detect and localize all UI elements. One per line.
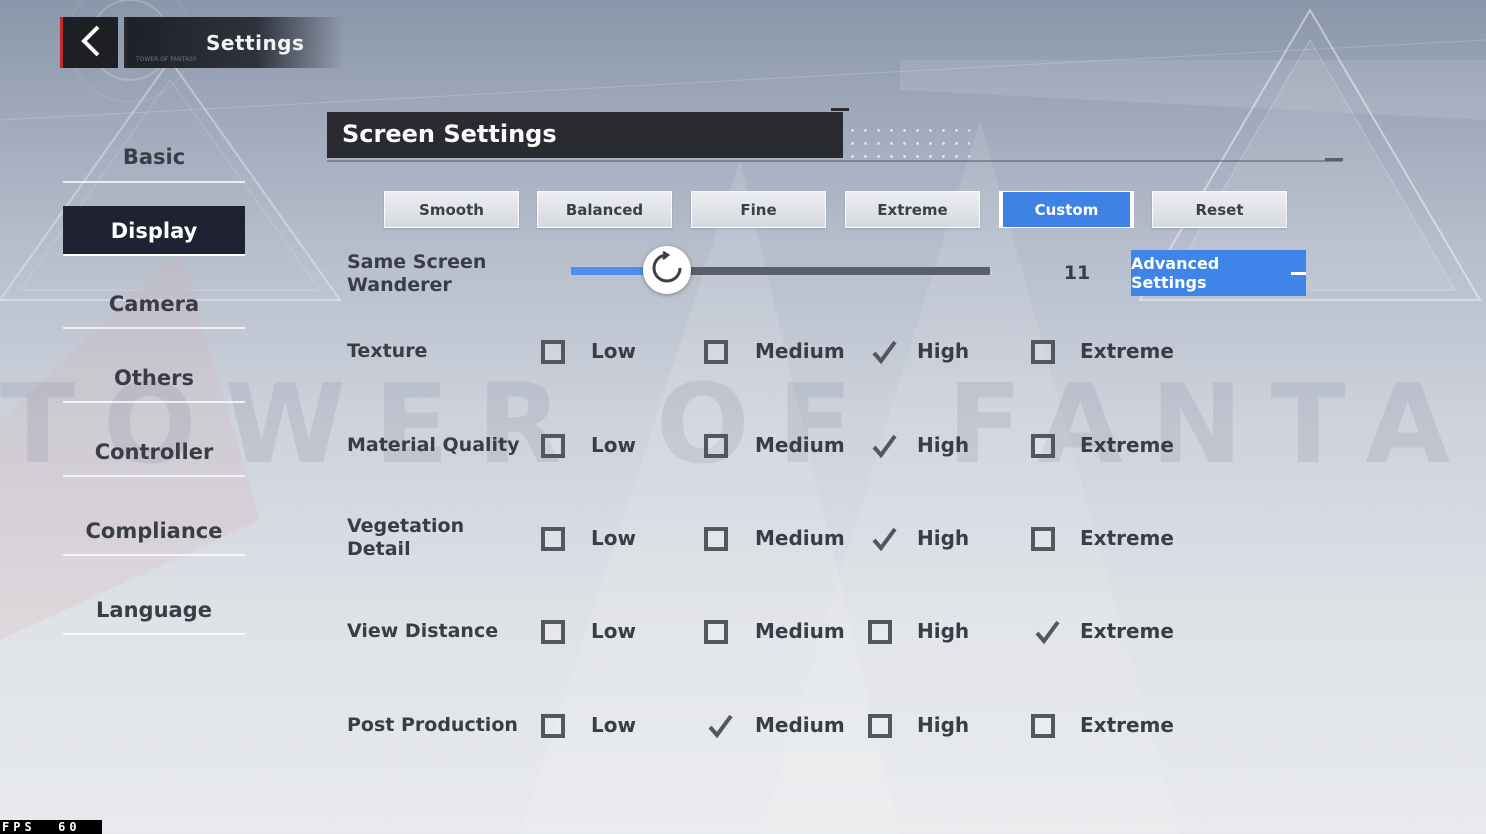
section-divider [327, 160, 1342, 162]
slider-handle[interactable] [643, 246, 691, 294]
checkbox-low[interactable] [541, 340, 565, 364]
option-label-line: Vegetation [347, 515, 465, 537]
option-label-line: Detail [347, 538, 411, 560]
sidebar-item-basic[interactable]: Basic [63, 145, 245, 183]
wanderer-label-line: Same Screen [347, 251, 487, 273]
option-label: Texture [347, 340, 427, 363]
fps-counter: FPS 60 [0, 820, 102, 834]
option-level-label: Extreme [1080, 433, 1174, 457]
sidebar-item-camera[interactable]: Camera [63, 292, 245, 329]
checkbox-low[interactable] [541, 714, 565, 738]
checkbox-low[interactable] [541, 620, 565, 644]
refresh-icon [650, 250, 684, 289]
section-title: Screen Settings [342, 120, 557, 148]
preset-fine-button[interactable]: Fine [691, 191, 826, 228]
checkbox-extreme[interactable] [1031, 620, 1060, 645]
checkbox-high[interactable] [868, 714, 892, 738]
option-level-label: Extreme [1080, 339, 1174, 363]
divider [63, 401, 245, 403]
option-row: Material Quality Low Medium High Extreme [0, 426, 1486, 466]
checkbox-extreme[interactable] [1031, 527, 1055, 551]
page-title: Settings [206, 31, 305, 55]
divider [63, 181, 245, 183]
sidebar-item-display[interactable]: Display [63, 206, 245, 256]
sidebar-item-label: Display [110, 219, 198, 243]
option-label: Post Production [347, 714, 518, 737]
option-label-line: View Distance [347, 620, 499, 642]
checkbox-extreme[interactable] [1031, 340, 1055, 364]
option-level-label: Low [591, 526, 636, 550]
checkbox-high[interactable] [868, 340, 897, 365]
option-level-label: Low [591, 339, 636, 363]
option-level-label: High [917, 526, 970, 550]
option-label: Material Quality [347, 434, 520, 457]
decor-tick [1325, 158, 1343, 161]
option-row: Texture Low Medium High Extreme [0, 332, 1486, 372]
option-level-label: Medium [755, 713, 845, 737]
chevron-left-icon [79, 24, 103, 62]
preset-smooth-button[interactable]: Smooth [384, 191, 519, 228]
option-level-label: Low [591, 433, 636, 457]
option-label-line: Material Quality [347, 434, 520, 456]
checkbox-high[interactable] [868, 527, 897, 552]
checkbox-medium[interactable] [704, 434, 728, 458]
option-level-label: Medium [755, 619, 845, 643]
checkbox-medium[interactable] [704, 340, 728, 364]
checkbox-medium[interactable] [704, 620, 728, 644]
option-row: View Distance Low Medium High Extreme [0, 612, 1486, 652]
option-level-label: Medium [755, 526, 845, 550]
preset-custom-button[interactable]: Custom [999, 191, 1134, 228]
checkbox-extreme[interactable] [1031, 714, 1055, 738]
header-subtitle: TOWER OF FANTASY [136, 56, 197, 63]
checkbox-high[interactable] [868, 620, 892, 644]
option-row: Vegetation Detail Low Medium High Extreme [0, 515, 1486, 560]
option-label-line: Texture [347, 340, 428, 362]
checkbox-high[interactable] [868, 434, 897, 459]
checkbox-extreme[interactable] [1031, 434, 1055, 458]
option-level-label: High [917, 433, 970, 457]
option-level-label: Low [591, 619, 636, 643]
option-level-label: Medium [755, 339, 845, 363]
divider [63, 475, 245, 477]
option-level-label: High [917, 619, 970, 643]
wanderer-label: Same Screen Wanderer [347, 251, 486, 297]
wanderer-label-line: Wanderer [347, 274, 452, 296]
preset-reset-button[interactable]: Reset [1152, 191, 1287, 228]
checkbox-low[interactable] [541, 434, 565, 458]
option-level-label: Extreme [1080, 526, 1174, 550]
option-row: Post Production Low Medium High Extreme [0, 706, 1486, 746]
option-label-line: Post Production [347, 714, 518, 736]
checkbox-medium[interactable] [704, 714, 733, 739]
option-level-label: Low [591, 713, 636, 737]
option-label: View Distance [347, 620, 498, 643]
option-level-label: High [917, 713, 970, 737]
checkbox-medium[interactable] [704, 527, 728, 551]
checkbox-low[interactable] [541, 527, 565, 551]
option-label: Vegetation Detail [347, 515, 464, 561]
wanderer-value: 11 [1063, 262, 1091, 284]
decor-tick [831, 108, 849, 111]
back-button[interactable] [60, 17, 118, 68]
preset-balanced-button[interactable]: Balanced [537, 191, 672, 228]
advanced-settings-button[interactable]: Advanced Settings [1131, 250, 1306, 296]
advanced-settings-label: Advanced Settings [1131, 254, 1220, 292]
sidebar-item-label: Camera [108, 292, 200, 316]
option-level-label: Extreme [1080, 619, 1174, 643]
sidebar-item-label: Basic [122, 145, 186, 169]
option-level-label: High [917, 339, 970, 363]
preset-extreme-button[interactable]: Extreme [845, 191, 980, 228]
option-level-label: Medium [755, 433, 845, 457]
minus-icon [1291, 271, 1306, 275]
divider [63, 327, 245, 329]
option-level-label: Extreme [1080, 713, 1174, 737]
